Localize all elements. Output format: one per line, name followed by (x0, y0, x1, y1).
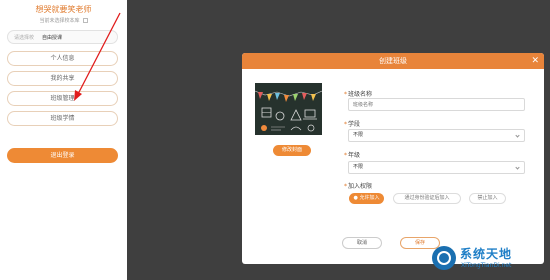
watermark-title: 系统天地 (460, 247, 513, 261)
class-name-input[interactable] (348, 98, 525, 111)
school-selector[interactable]: 请选择校 自由授课 (7, 30, 118, 44)
menu-class-management[interactable]: 班级管理 (7, 91, 118, 106)
dialog-header: 创建班级 ✕ (242, 53, 544, 69)
change-cover-button[interactable]: 修改封面 (273, 145, 311, 156)
chevron-down-icon (515, 165, 520, 170)
permission-verify-radio[interactable]: 通过身份验证后加入 (393, 193, 461, 204)
profile-sidebar: 想哭就要笑老师 当前未选择校本库 请选择校 自由授课 个人信息 我的共享 班级管… (0, 0, 127, 280)
permission-forbid-radio[interactable]: 禁止加入 (469, 193, 506, 204)
permission-allow-radio[interactable]: ● 允许加入 (349, 193, 384, 204)
watermark-url: XiTongTianDi.net (461, 262, 512, 269)
permission-label: *加入权限 (344, 183, 373, 190)
close-icon[interactable]: ✕ (531, 55, 539, 67)
class-cover-image (255, 83, 322, 135)
grade-select[interactable]: 不限 (348, 161, 525, 174)
menu-my-shares[interactable]: 我的共享 (7, 71, 118, 86)
permission-allow-text: 允许加入 (359, 195, 380, 201)
stage-label: *学段 (344, 121, 361, 128)
menu-class-analytics[interactable]: 班级学情 (7, 111, 118, 126)
school-status-text: 当前未选择校本库 (39, 18, 80, 24)
create-class-dialog: 创建班级 ✕ 修改封面 *班级名称 班级名称 *学段 不限 *年级 不限 *加入… (242, 53, 544, 264)
chevron-down-icon (515, 133, 520, 138)
stage-label-text: 学段 (348, 121, 361, 128)
dialog-title: 创建班级 (379, 57, 407, 65)
school-selector-value: 自由授课 (42, 35, 63, 41)
grade-select-value: 不限 (353, 164, 364, 170)
class-name-label: *班级名称 (344, 91, 373, 98)
save-button[interactable]: 保存 (400, 237, 440, 249)
grade-label: *年级 (344, 152, 361, 159)
grade-label-text: 年级 (348, 152, 361, 159)
logout-button[interactable]: 退出登录 (7, 148, 118, 163)
menu-personal-info[interactable]: 个人信息 (7, 51, 118, 66)
cancel-button[interactable]: 取消 (342, 237, 382, 249)
stage-select-value: 不限 (353, 132, 364, 138)
school-selector-label: 请选择校 (14, 35, 35, 41)
teacher-name: 想哭就要笑老师 (35, 5, 92, 14)
permission-label-text: 加入权限 (348, 183, 373, 190)
stage-select[interactable]: 不限 (348, 129, 525, 142)
class-name-label-text: 班级名称 (348, 91, 373, 98)
school-status: 当前未选择校本库 (0, 17, 127, 24)
checkbox-icon[interactable] (82, 18, 88, 23)
watermark-logo-icon (432, 246, 456, 270)
